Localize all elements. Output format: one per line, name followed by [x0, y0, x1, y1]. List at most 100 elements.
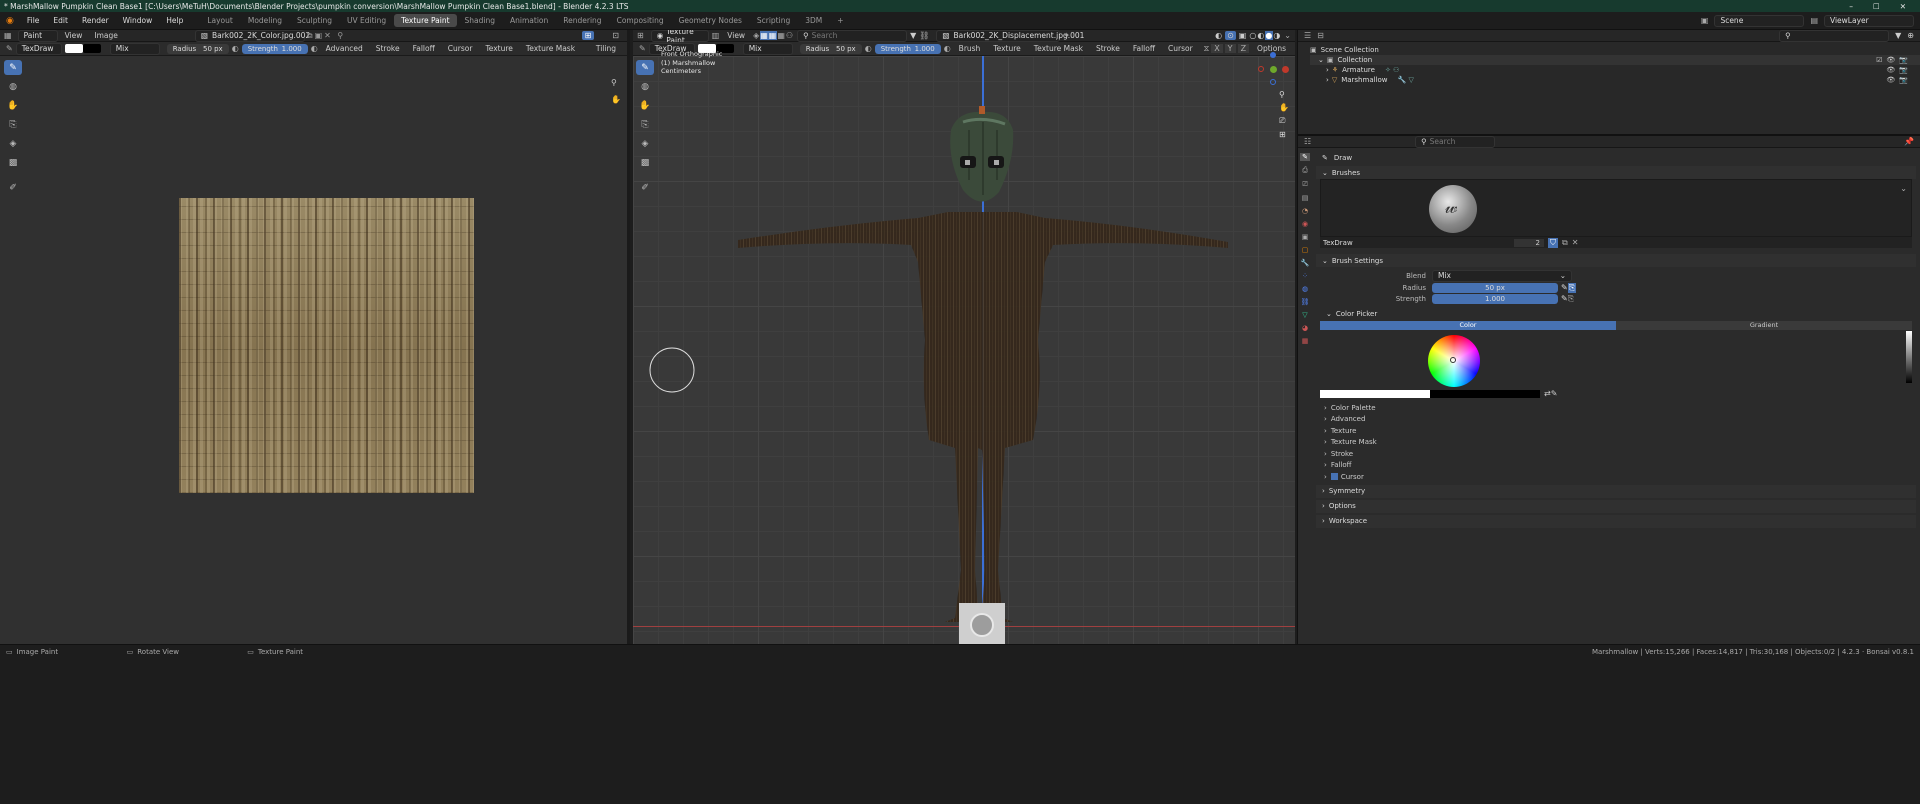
world-tab-icon[interactable]: ◉: [1302, 220, 1308, 228]
tab-sculpting[interactable]: Sculpting: [290, 14, 339, 27]
tab-color[interactable]: Color: [1320, 321, 1616, 330]
add-workspace-icon[interactable]: +: [830, 14, 850, 27]
pressure-icon[interactable]: ◐: [311, 44, 318, 53]
tab-modeling[interactable]: Modeling: [241, 14, 289, 27]
image-actions-icon[interactable]: ⧉▣✕ ⚲: [307, 31, 345, 41]
scene-collection-row[interactable]: ▣ Scene Collection: [1310, 45, 1920, 55]
subpanel-color-palette[interactable]: › Color Palette: [1316, 402, 1916, 414]
editor-type-icon[interactable]: ▦: [4, 31, 12, 40]
menu-help[interactable]: Help: [159, 16, 190, 25]
color-wheel[interactable]: [1428, 335, 1480, 387]
tab-geometry-nodes[interactable]: Geometry Nodes: [672, 14, 749, 27]
close-icon[interactable]: ✕: [1900, 2, 1906, 11]
particles-tab-icon[interactable]: ⁘: [1302, 272, 1308, 280]
brush-settings-panel-header[interactable]: ⌄ Brush Settings: [1316, 254, 1916, 267]
color-picker-header[interactable]: ⌄ Color Picker: [1316, 307, 1916, 320]
physics-tab-icon[interactable]: ◍: [1302, 285, 1308, 293]
scene-tab-icon[interactable]: ◔: [1302, 207, 1308, 215]
dropdown-cursor[interactable]: Cursor: [443, 44, 478, 53]
tab-shading[interactable]: Shading: [458, 14, 502, 27]
radius-slider[interactable]: Radius 50 px: [166, 43, 229, 54]
texture-tab-icon[interactable]: ▦: [1302, 337, 1309, 345]
soften-tool-icon[interactable]: ◍: [4, 79, 22, 94]
tab-rendering[interactable]: Rendering: [556, 14, 608, 27]
tab-scripting[interactable]: Scripting: [750, 14, 797, 27]
menu-image[interactable]: Image: [89, 31, 123, 40]
view-layer-tab-icon[interactable]: ▤: [1302, 194, 1309, 202]
constraints-tab-icon[interactable]: ⛓: [1301, 298, 1310, 306]
symmetry-panel-header[interactable]: › Symmetry: [1316, 484, 1916, 498]
pressure-icon[interactable]: ◐: [232, 44, 239, 53]
primary-color-swatch[interactable]: [1320, 389, 1430, 398]
workspace-panel-header[interactable]: › Workspace: [1316, 514, 1916, 528]
blender-logo-icon[interactable]: ◉: [0, 16, 20, 26]
image-mode-selector[interactable]: Paint: [17, 29, 58, 42]
marshmallow-character[interactable]: [633, 30, 1295, 644]
uv-sync-icon[interactable]: ⊞: [581, 31, 595, 40]
strength-slider[interactable]: Strength 1.000: [874, 43, 941, 54]
fake-user-icon[interactable]: ⛉: [1548, 237, 1558, 248]
outliner-search-input[interactable]: ⚲: [1779, 29, 1890, 42]
collection-row[interactable]: ⌄ ▣ Collection ☑👁📷: [1310, 55, 1920, 65]
image-selector[interactable]: ▧ Bark002_2K_Color.jpg.002: [194, 29, 310, 42]
secondary-color-swatch[interactable]: [1430, 389, 1540, 398]
pressure-icon[interactable]: ✎: [1561, 294, 1568, 303]
strength-field[interactable]: 1.000: [1432, 293, 1558, 304]
tab-animation[interactable]: Animation: [503, 14, 555, 27]
pin-icon[interactable]: 📌: [1904, 137, 1914, 146]
mask-tool-icon[interactable]: ▩: [4, 155, 22, 170]
dropdown-tiling[interactable]: Tiling: [591, 44, 621, 53]
visibility-toggles[interactable]: ☑👁📷: [1876, 56, 1912, 64]
subpanel-texture-mask[interactable]: › Texture Mask: [1316, 437, 1916, 449]
new-collection-icon[interactable]: ⊕: [1907, 31, 1914, 40]
brush-selector[interactable]: TexDraw: [15, 42, 62, 55]
radius-unit-icon[interactable]: ⎘: [1567, 282, 1577, 293]
zoom-icon[interactable]: ⚲: [611, 78, 621, 87]
dropdown-texture-mask[interactable]: Texture Mask: [521, 44, 580, 53]
brushes-panel-header[interactable]: ⌄ Brushes: [1316, 166, 1916, 179]
unlink-icon[interactable]: ✕: [1572, 238, 1579, 247]
menu-edit[interactable]: Edit: [46, 16, 75, 25]
filter-icon[interactable]: ▼: [1895, 31, 1901, 40]
secondary-color-swatch[interactable]: [82, 44, 101, 53]
outliner-item-marshmallow[interactable]: › ▽ Marshmallow 🔧 ▽ 👁📷: [1310, 75, 1920, 85]
value-slider[interactable]: [1906, 331, 1912, 383]
smear-tool-icon[interactable]: ✋: [4, 98, 22, 113]
duplicate-icon[interactable]: ⧉: [1562, 238, 1568, 248]
menu-render[interactable]: Render: [75, 16, 116, 25]
primary-color-swatch[interactable]: [64, 44, 83, 53]
properties-search-input[interactable]: ⚲ Search: [1415, 135, 1496, 148]
editor-type-icon[interactable]: ☰: [1304, 31, 1311, 40]
swap-colors-icon[interactable]: ⇄: [1544, 389, 1551, 398]
brush-preview[interactable]: 𝓌 ⌄: [1320, 179, 1912, 237]
clone-tool-icon[interactable]: ⎘: [4, 117, 22, 132]
output-tab-icon[interactable]: ⎚: [1302, 180, 1308, 189]
eyedropper-icon[interactable]: ✎: [1551, 389, 1558, 398]
dropdown-falloff[interactable]: Falloff: [408, 44, 440, 53]
draw-tool-icon[interactable]: ✎: [4, 60, 22, 75]
dropdown-stroke[interactable]: Stroke: [371, 44, 405, 53]
strength-pressure-icon[interactable]: ⎘: [1568, 294, 1574, 304]
tool-tab-icon[interactable]: ✎: [1300, 153, 1310, 161]
menu-file[interactable]: File: [20, 16, 47, 25]
blend-selector[interactable]: Mix: [109, 42, 160, 55]
dropdown-texture[interactable]: Texture: [480, 44, 517, 53]
annotate-tool-icon[interactable]: ✐: [4, 180, 22, 195]
brush-list-dropdown-icon[interactable]: ⌄: [1900, 184, 1907, 193]
outliner-item-armature[interactable]: › ⚘ Armature ✧ ⚇ 👁📷: [1310, 65, 1920, 75]
subpanel-texture[interactable]: › Texture: [1316, 425, 1916, 437]
tab-layout[interactable]: Layout: [200, 14, 240, 27]
color-wheel-cursor[interactable]: [1450, 357, 1456, 363]
tab-texture-paint[interactable]: Texture Paint: [394, 14, 457, 27]
subpanel-stroke[interactable]: › Stroke: [1316, 448, 1916, 460]
tab-uv-editing[interactable]: UV Editing: [340, 14, 393, 27]
material-tab-icon[interactable]: ◕: [1302, 324, 1308, 332]
radius-field[interactable]: 50 px: [1432, 282, 1558, 293]
visibility-toggles[interactable]: 👁📷: [1886, 66, 1912, 74]
fill-tool-icon[interactable]: ◈: [4, 136, 22, 151]
menu-window[interactable]: Window: [116, 16, 160, 25]
brush-thumbnail-icon[interactable]: 𝓌: [1429, 185, 1477, 233]
blend-dropdown[interactable]: Mix ⌄: [1432, 269, 1572, 282]
data-tab-icon[interactable]: ▽: [1302, 311, 1307, 319]
dropdown-advanced[interactable]: Advanced: [321, 44, 368, 53]
